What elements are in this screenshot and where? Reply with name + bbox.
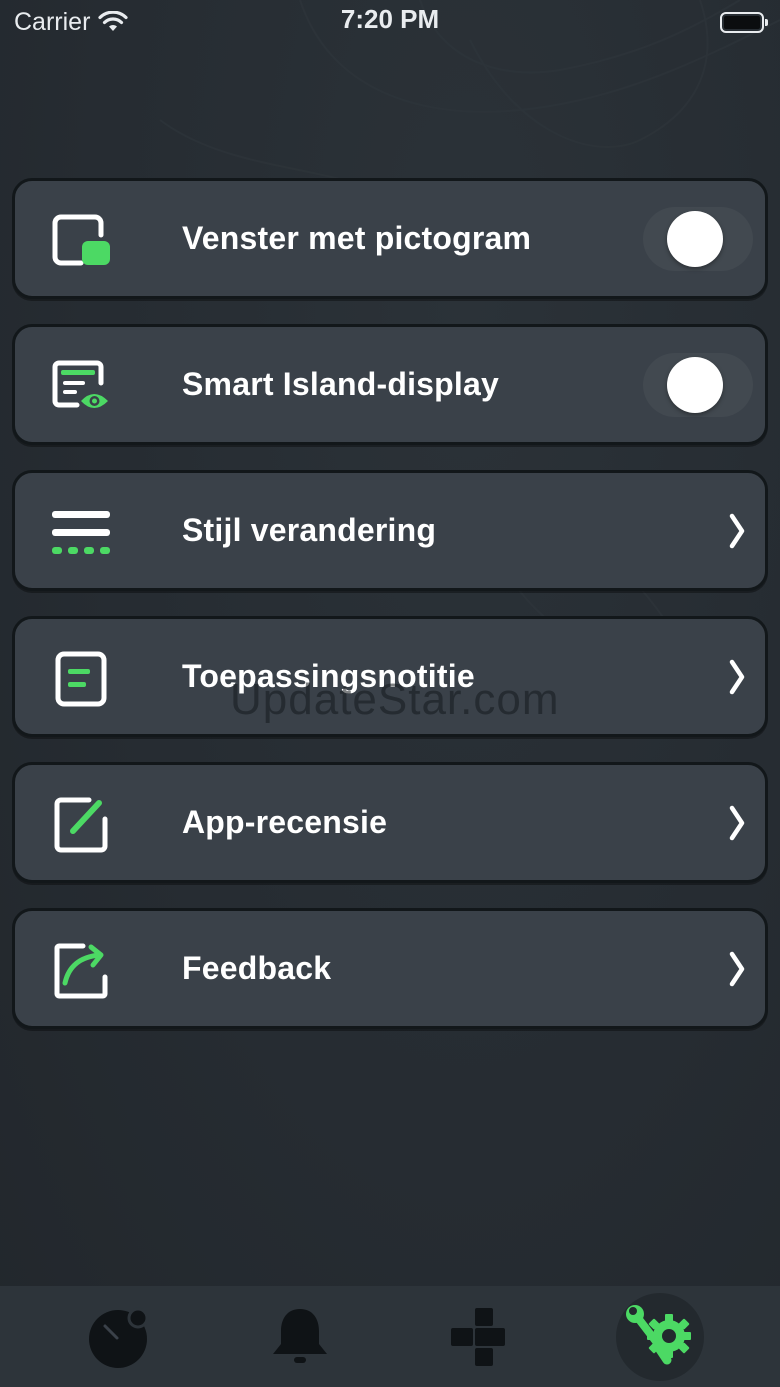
tab-notifications[interactable] — [256, 1293, 344, 1381]
settings-tools-icon — [626, 1304, 691, 1364]
carrier-label: Carrier — [14, 7, 91, 36]
display-eye-icon — [51, 359, 111, 415]
settings-row-app-note[interactable]: Toepassingsnotitie — [12, 616, 768, 737]
battery-level — [724, 15, 760, 29]
picture-in-picture-toggle[interactable] — [643, 207, 753, 271]
toggle-knob — [667, 211, 723, 267]
picture-in-picture-icon — [51, 213, 111, 269]
status-bar: Carrier — [0, 0, 780, 44]
chevron-right-icon — [725, 911, 749, 1026]
settings-row-label: Venster met pictogram — [182, 220, 532, 256]
bell-icon — [273, 1308, 327, 1363]
tab-settings[interactable] — [616, 1292, 704, 1381]
settings-row-label: App-recensie — [182, 804, 388, 840]
settings-row-app-review[interactable]: App-recensie — [12, 762, 768, 883]
settings-row-label: Toepassingsnotitie — [182, 658, 475, 694]
settings-screen: Carrier 7:20 PM Venster met pictogram Sm… — [0, 0, 780, 1387]
settings-row-label: Feedback — [182, 950, 332, 986]
chevron-right-icon — [725, 765, 749, 880]
battery-icon — [720, 11, 768, 33]
tab-widgets[interactable] — [436, 1293, 524, 1381]
wifi-icon — [98, 11, 129, 31]
settings-row-feedback[interactable]: Feedback — [12, 908, 768, 1029]
chevron-right-icon — [725, 473, 749, 588]
settings-row-label: Stijl verandering — [182, 512, 437, 548]
tab-bar — [0, 1286, 780, 1387]
smart-island-display-toggle[interactable] — [643, 353, 753, 417]
widgets-icon — [451, 1307, 505, 1366]
edit-square-icon — [51, 797, 111, 853]
dynamic-island-icon — [89, 1307, 149, 1368]
style-lines-icon — [51, 505, 111, 561]
tab-dynamic-island[interactable] — [76, 1293, 164, 1381]
settings-row-smart-island-display[interactable]: Smart Island-display — [12, 324, 768, 445]
settings-row-style-change[interactable]: Stijl verandering — [12, 470, 768, 591]
chevron-right-icon — [725, 619, 749, 734]
toggle-knob — [667, 357, 723, 413]
settings-row-label: Smart Island-display — [182, 366, 499, 402]
note-icon — [51, 651, 111, 707]
share-arrow-icon — [51, 943, 111, 999]
settings-list: Venster met pictogram Smart Island-displ… — [12, 178, 768, 1029]
settings-row-picture-in-picture[interactable]: Venster met pictogram — [12, 178, 768, 299]
carrier-indicator: Carrier — [14, 7, 129, 37]
